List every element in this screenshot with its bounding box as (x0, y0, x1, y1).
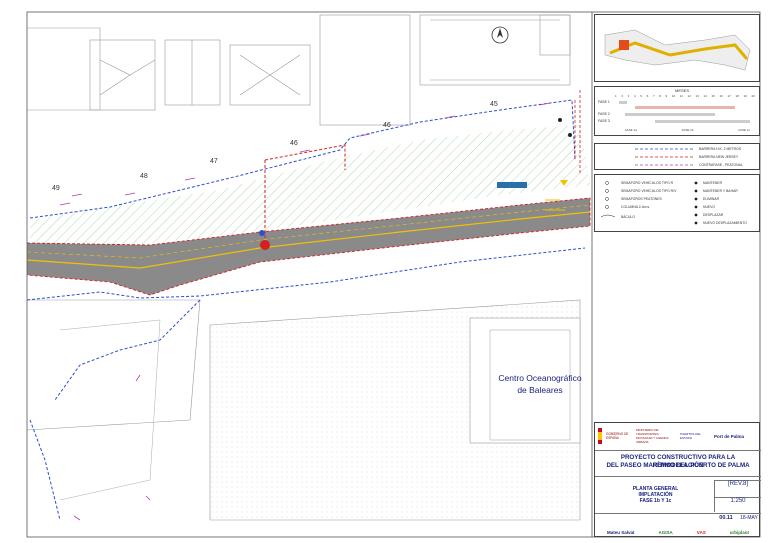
legend-label: BARRERA NEW JERSEY (699, 155, 739, 159)
traffic-signal[interactable] (260, 240, 270, 250)
month-row: 1 2 3 4 5 6 7 8 9 10 11 12 13 14 15 16 17 18 19 20 (615, 94, 755, 98)
port-palma-logo: Port de Palma (714, 433, 745, 439)
barrier-blue-curve (54, 299, 201, 401)
building-label: Centro Oceanográfico (498, 373, 581, 383)
buildings-north (27, 14, 571, 126)
column[interactable] (558, 118, 562, 122)
gov-logo: GOBIERNO DE ESPAÑA (606, 432, 629, 440)
ministry-logo: MINISTERIO DE TRANSPORTES, MOVILIDAD Y A… (636, 428, 669, 444)
column[interactable] (568, 133, 572, 137)
phase-label: FASE 1 (598, 100, 610, 104)
drawing-sheet: 49 48 47 46 46 45 Centro Oceanográfico d… (0, 0, 768, 543)
phase-label: FASE 2 (598, 112, 610, 116)
title-block: GOBIERNO DE ESPAÑA MINISTERIO DE TRANSPO… (594, 422, 761, 538)
sheet-number: 00.11 (719, 515, 733, 521)
plan-line: FASE 1b Y 1c (639, 498, 672, 504)
phase-schedule: MESES 1 2 3 4 5 6 7 8 9 10 11 12 13 14 15 16 17 18 19 20 FA… (594, 86, 760, 136)
legend-label: CONTRAFASE - PEATONAL (699, 163, 743, 167)
schedule-header: MESES (675, 88, 690, 93)
logo: VAS (696, 530, 706, 535)
symbol-legend: SEMÁFORO VEHÍCULOS TIPO R SEMÁFORO VEHÍC… (594, 174, 760, 232)
equipment[interactable] (497, 182, 527, 188)
logo: Mateu Salvat (607, 530, 635, 535)
north-arrow (491, 26, 509, 44)
plan-title: PLANTA GENERAL IMPLATACIÓN FASE 1b Y 1c (597, 480, 715, 512)
parcel-number: 46 (383, 122, 391, 129)
parcel-number: 48 (140, 173, 148, 180)
scale: 1:250 (715, 497, 761, 507)
date: 18-MAY (740, 515, 758, 521)
contractor-logos: Mateu Salvat AGISA VAS urbiplant (595, 527, 761, 538)
building-label: de Baleares (517, 385, 562, 395)
revision: [REV.8] (715, 480, 761, 490)
logo: AGISA (658, 530, 673, 535)
parcel-number: 45 (490, 101, 498, 108)
parcel-number: 47 (210, 158, 218, 165)
project-title-line2: DEL PASEO MARÍTIMO DEL PUERTO DE PALMA (606, 462, 750, 469)
ports-logo: PUERTOS DEL ESTADO (680, 432, 701, 440)
legend-label: BARRERA H.K. 2 METROS (699, 147, 742, 151)
key-plan (594, 14, 760, 82)
phase-label: FASE 3 (598, 119, 610, 123)
logo: urbiplant (729, 530, 749, 535)
parcel-number: 49 (52, 185, 60, 192)
spain-flag-icon (598, 428, 602, 444)
line-legend: BARRERA H.K. 2 METROS BARRERA NEW JERSEY… (594, 143, 760, 170)
traffic-signal[interactable] (259, 230, 265, 236)
phase-footer: FASE 1a FASE 1b FASE 1c (625, 128, 750, 132)
parcel-number: 46 (290, 140, 298, 147)
